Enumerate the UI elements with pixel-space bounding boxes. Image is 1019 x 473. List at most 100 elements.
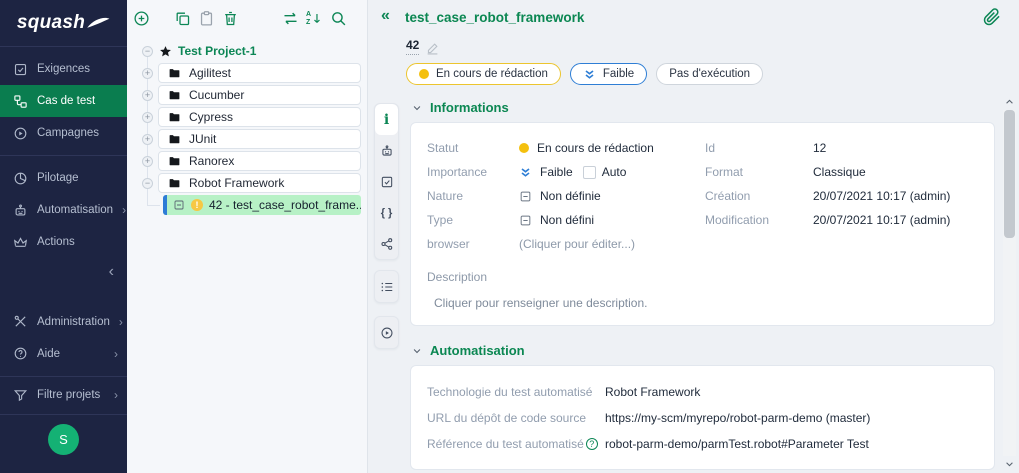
share-tab[interactable] [375,228,398,259]
sort-button[interactable]: AZ [306,10,323,27]
user-avatar[interactable]: S [48,424,79,455]
folder-label: Cucumber [189,88,244,102]
sidebar-item-aide[interactable]: Aide › [0,338,127,370]
tree-folder[interactable]: Robot Framework [158,173,361,193]
tree-folder[interactable]: Cypress [158,107,361,127]
scroll-up-button[interactable] [1004,97,1015,107]
sidebar-item-exigences[interactable]: Exigences [0,53,127,85]
sidebar-item-label: Pilotage [37,172,79,184]
tree-folder[interactable]: Cucumber [158,85,361,105]
field-value[interactable]: Faible [519,165,573,179]
browser-value[interactable]: (Cliquer pour éditer...) [519,237,635,251]
sidebar-item-automatisation[interactable]: Automatisation › [0,194,127,226]
expand-expander[interactable]: + [142,68,153,79]
informations-right-column: Id 12 Format Classique Création 20/07/20… [705,136,978,256]
checkbox-tab[interactable] [375,166,398,197]
import-export-button[interactable] [282,10,299,27]
test-tree-icon [13,94,28,109]
robot-tab[interactable] [375,135,398,166]
description-placeholder[interactable]: Cliquer pour renseigner une description. [434,296,978,310]
expand-expander[interactable]: + [142,156,153,167]
expand-expander[interactable]: + [142,90,153,101]
folder-label: Cypress [189,110,233,124]
field-format: Format Classique [705,160,978,184]
paste-button[interactable] [198,10,215,27]
help-circle-icon[interactable]: ? [586,438,598,450]
auto-checkbox[interactable] [583,166,596,179]
tools-icon [13,314,28,329]
field-value[interactable]: En cours de rédaction [519,141,654,155]
tree-folder[interactable]: Ranorex [158,151,361,171]
braces-tab[interactable]: { } [375,197,398,228]
edit-pencil-icon[interactable] [426,42,439,55]
double-chevron-down-icon [519,166,532,179]
sidebar-item-actions[interactable]: Actions [0,226,127,258]
informations-section-header[interactable]: Informations [412,100,995,115]
field-value[interactable]: Non définie [519,189,601,203]
sidebar-item-campagnes[interactable]: Campagnes [0,117,127,149]
automation-tech-value[interactable]: Robot Framework [605,385,700,399]
reference-row: 42 [406,38,439,55]
star-icon [159,45,172,58]
sidebar-divider [0,376,127,377]
copy-button[interactable] [174,10,191,27]
collapse-panel-button[interactable]: « [381,8,390,24]
list-tab[interactable] [375,271,398,302]
importance-badge[interactable]: Faible [570,63,647,85]
sidebar-item-cas-de-test[interactable]: Cas de test [0,85,127,117]
check-square-icon [13,62,28,77]
scroll-down-button[interactable] [1004,459,1015,469]
attachments-button[interactable] [983,6,1001,28]
scrollbar-track[interactable] [1003,110,1016,456]
tree-folder[interactable]: Agilitest [158,63,361,83]
folder-icon [168,133,181,146]
sidebar-item-filtre-projets[interactable]: Filtre projets › [0,383,127,409]
collapse-expander[interactable]: − [142,178,153,189]
field-label: Création [705,189,813,203]
tree-project-row[interactable]: − Test Project-1 [127,40,367,62]
minus-square-icon [173,199,185,211]
field-browser: browser (Cliquer pour éditer...) [427,232,705,256]
field-label: Technologie du test automatisé [427,385,605,399]
automated-test-ref-value[interactable]: robot-parm-demo/parmTest.robot#Parameter… [605,437,869,451]
scm-url-value[interactable]: https://my-scm/myrepo/robot-parm-demo (m… [605,411,870,425]
squash-logo[interactable]: squash [0,0,127,47]
collapse-expander[interactable]: − [142,46,153,57]
expand-expander[interactable]: + [142,134,153,145]
automation-section-header[interactable]: Automatisation [412,343,995,358]
info-tab[interactable]: i [375,104,398,135]
sidebar: squash Exigences Cas de test Campagnes P… [0,0,127,473]
expand-expander[interactable]: + [142,112,153,123]
vertical-scrollbar[interactable] [1003,97,1016,469]
reference-field[interactable]: 42 [406,38,419,55]
format-value: Classique [813,165,866,179]
sidebar-item-label: Cas de test [37,95,95,107]
scrollbar-thumb[interactable] [1004,110,1015,238]
sidebar-item-pilotage[interactable]: Pilotage [0,162,127,194]
sidebar-item-label: Administration [37,316,110,328]
execution-badge[interactable]: Pas d'exécution [656,63,763,85]
sidebar-item-label: Exigences [37,63,90,75]
delete-button[interactable] [222,10,239,27]
sidebar-collapse-button[interactable]: ‹ [0,258,127,286]
id-value: 12 [813,141,826,155]
folder-icon [168,111,181,124]
search-button[interactable] [330,10,347,27]
tree-folder[interactable]: JUnit [158,129,361,149]
sidebar-item-administration[interactable]: Administration › [0,306,127,338]
sidebar-item-label: Automatisation [37,204,113,216]
folder-label: Robot Framework [189,176,284,190]
status-badge[interactable]: En cours de rédaction [406,63,561,85]
play-tab[interactable] [375,317,398,348]
field-value[interactable]: Non défini [519,213,594,227]
modification-value: 20/07/2021 10:17 (admin) [813,213,950,227]
chevron-right-icon: › [122,203,126,217]
draft-status-icon: ! [191,199,203,211]
sidebar-item-label: Filtre projets [37,389,100,401]
description-label: Description [427,270,978,284]
new-item-button[interactable] [133,10,150,27]
tree-folder-row: + JUnit [127,128,367,150]
selection-bar [163,195,167,215]
page-title: test_case_robot_framework [405,10,584,25]
tree-item-selected[interactable]: ! 42 - test_case_robot_frame... [163,195,361,215]
